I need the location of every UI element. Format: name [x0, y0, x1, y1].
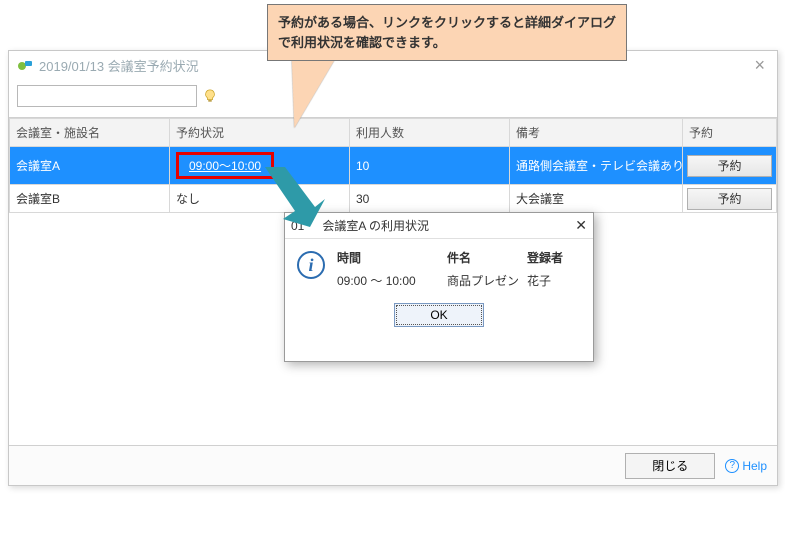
reserve-button[interactable]: 予約	[687, 188, 772, 210]
dialog-header-row: 時間 件名 登録者	[337, 249, 587, 266]
col-room: 会議室・施設名	[10, 119, 170, 147]
dialog-time: 09:00 ～ 10:00	[337, 272, 447, 289]
help-icon: ?	[725, 459, 739, 473]
dialog-subject: 商品プレゼン	[447, 272, 527, 289]
reserve-button[interactable]: 予約	[687, 155, 772, 177]
close-button[interactable]: 閉じる	[625, 453, 715, 479]
dialog-content: 時間 件名 登録者 09:00 ～ 10:00 商品プレゼン 花子	[337, 249, 587, 289]
cell-note: 大会議室	[510, 185, 683, 213]
annotation-callout: 予約がある場合、リンクをクリックすると詳細ダイアログで利用状況を確認できます。	[267, 4, 627, 61]
help-link[interactable]: ? Help	[725, 459, 767, 473]
cell-capacity: 30	[350, 185, 510, 213]
cell-note: 通路側会議室・テレビ会議あり	[510, 147, 683, 185]
cell-reserve: 予約	[683, 185, 777, 213]
dialog-registrant: 花子	[527, 272, 587, 289]
search-input[interactable]	[17, 85, 197, 107]
app-icon	[17, 58, 33, 74]
cell-reserve: 予約	[683, 147, 777, 185]
info-icon: i	[297, 251, 325, 279]
ok-button[interactable]: OK	[394, 303, 484, 327]
col-note: 備考	[510, 119, 683, 147]
usage-dialog: 01 会議室A の利用状況 ✕ i 時間 件名 登録者 09:00 ～ 10:0…	[284, 212, 594, 362]
reservation-table: 会議室・施設名 予約状況 利用人数 備考 予約 会議室A 09:00～10:00…	[9, 118, 777, 213]
help-label: Help	[742, 459, 767, 473]
hint-bulb-icon[interactable]	[203, 89, 217, 103]
annotation-callout-tail	[284, 58, 335, 128]
table-row[interactable]: 会議室B なし 30 大会議室 予約	[10, 185, 777, 213]
table-header-row: 会議室・施設名 予約状況 利用人数 備考 予約	[10, 119, 777, 147]
dialog-close-icon[interactable]: ✕	[575, 217, 587, 234]
dialog-title: 会議室A の利用状況	[322, 217, 429, 234]
window-title: 2019/01/13 会議室予約状況	[39, 56, 199, 75]
table-row[interactable]: 会議室A 09:00～10:00 10 通路側会議室・テレビ会議あり 予約	[10, 147, 777, 185]
dialog-col-registrant: 登録者	[527, 249, 587, 266]
annotation-arrow-icon	[255, 167, 325, 227]
reservation-time-link[interactable]: 09:00～10:00	[189, 159, 261, 173]
dialog-col-time: 時間	[337, 249, 447, 266]
toolbar	[9, 81, 777, 118]
dialog-titlebar: 01 会議室A の利用状況 ✕	[285, 213, 593, 239]
cell-capacity: 10	[350, 147, 510, 185]
dialog-body: i 時間 件名 登録者 09:00 ～ 10:00 商品プレゼン 花子	[285, 239, 593, 293]
cell-room: 会議室B	[10, 185, 170, 213]
dialog-data-row: 09:00 ～ 10:00 商品プレゼン 花子	[337, 272, 587, 289]
window-footer: 閉じる ? Help	[9, 445, 777, 485]
dialog-col-subject: 件名	[447, 249, 527, 266]
col-capacity: 利用人数	[350, 119, 510, 147]
dialog-footer: OK	[285, 293, 593, 339]
cell-room: 会議室A	[10, 147, 170, 185]
col-reserve: 予約	[683, 119, 777, 147]
window-close-icon[interactable]: ×	[750, 55, 769, 76]
